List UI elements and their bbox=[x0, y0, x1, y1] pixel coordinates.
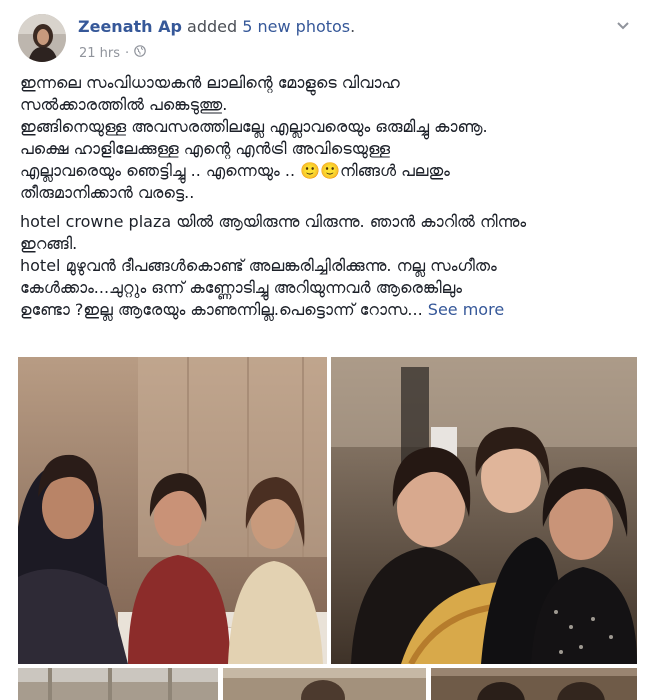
photo-image bbox=[431, 668, 637, 700]
post-text-line: കേൾക്കാം...ചുറ്റും ഒന്ന് കണ്ണോടിച്ചു അറി… bbox=[20, 278, 462, 297]
post-text-line: ഇന്നലെ സംവിധായകൻ ലാലിന്റെ മോളുടെ വിവാഹ bbox=[20, 73, 400, 92]
see-more-link[interactable]: See more bbox=[428, 300, 504, 319]
post-text-line: hotel മുഴുവൻ ദീപങ്ങൾകൊണ്ട് അലങ്കരിച്ചിരി… bbox=[20, 256, 497, 275]
post-photo-4[interactable] bbox=[223, 668, 426, 700]
post-text-tail: ഉണ്ടോ ?ഇല്ല ആരേയും കാണുന്നില്ല.പെട്ടൊന്ന… bbox=[20, 300, 423, 319]
post-text-line: എല്ലാവരെയും ഞെട്ടിച്ചു .. എന്നെയും .. 🙂🙂… bbox=[20, 161, 450, 180]
facebook-post: Zeenath Ap added 5 new photos. 21 hrs · … bbox=[0, 0, 650, 700]
post-header-line: Zeenath Ap added 5 new photos. bbox=[78, 17, 355, 36]
photo-image bbox=[223, 668, 426, 700]
post-text-line: hotel crowne plaza യിൽ ആയിരുന്നു വിരുന്ന… bbox=[20, 212, 527, 231]
photo-image bbox=[18, 668, 218, 700]
globe-icon[interactable] bbox=[134, 45, 146, 61]
post-message: ഇന്നലെ സംവിധായകൻ ലാലിന്റെ മോളുടെ വിവാഹ സ… bbox=[20, 72, 632, 328]
photo-image bbox=[331, 357, 637, 664]
author-name[interactable]: Zeenath Ap bbox=[78, 17, 182, 36]
post-text-line: സൽക്കാരത്തിൽ പങ്കെടുത്തു. bbox=[20, 95, 228, 114]
meta-separator: · bbox=[125, 45, 130, 61]
post-photo-3[interactable] bbox=[18, 668, 218, 700]
post-action-text: added bbox=[181, 17, 243, 36]
header-period: . bbox=[350, 17, 356, 36]
post-photo-1[interactable] bbox=[18, 357, 327, 664]
post-meta: 21 hrs · bbox=[79, 45, 146, 61]
post-text-line: ഇറങ്ങി. bbox=[20, 234, 78, 253]
avatar[interactable] bbox=[18, 14, 66, 62]
post-text-line: തീരുമാനിക്കാൻ വരട്ടെ.. bbox=[20, 183, 195, 202]
post-paragraph: ഇന്നലെ സംവിധായകൻ ലാലിന്റെ മോളുടെ വിവാഹ സ… bbox=[20, 72, 632, 204]
post-text-line: പക്ഷെ ഹാളിലേക്കുള്ള എന്റെ എൻട്രി അവിടെയു… bbox=[20, 139, 391, 158]
new-photos-link[interactable]: 5 new photos bbox=[242, 17, 350, 36]
post-photo-2[interactable] bbox=[331, 357, 637, 664]
chevron-down-icon[interactable] bbox=[614, 20, 632, 34]
post-text-line: ഇങ്ങിനെയുള്ള അവസരത്തിലല്ലേ എല്ലാവരെയും ഒ… bbox=[20, 117, 488, 136]
post-timestamp[interactable]: 21 hrs bbox=[79, 46, 120, 61]
post-photo-5[interactable] bbox=[431, 668, 637, 700]
avatar-image bbox=[18, 14, 66, 62]
post-paragraph: hotel crowne plaza യിൽ ആയിരുന്നു വിരുന്ന… bbox=[20, 211, 632, 321]
post-text-line-last: ഉണ്ടോ ?ഇല്ല ആരേയും കാണുന്നില്ല.പെട്ടൊന്ന… bbox=[20, 299, 632, 321]
photo-image bbox=[18, 357, 327, 664]
